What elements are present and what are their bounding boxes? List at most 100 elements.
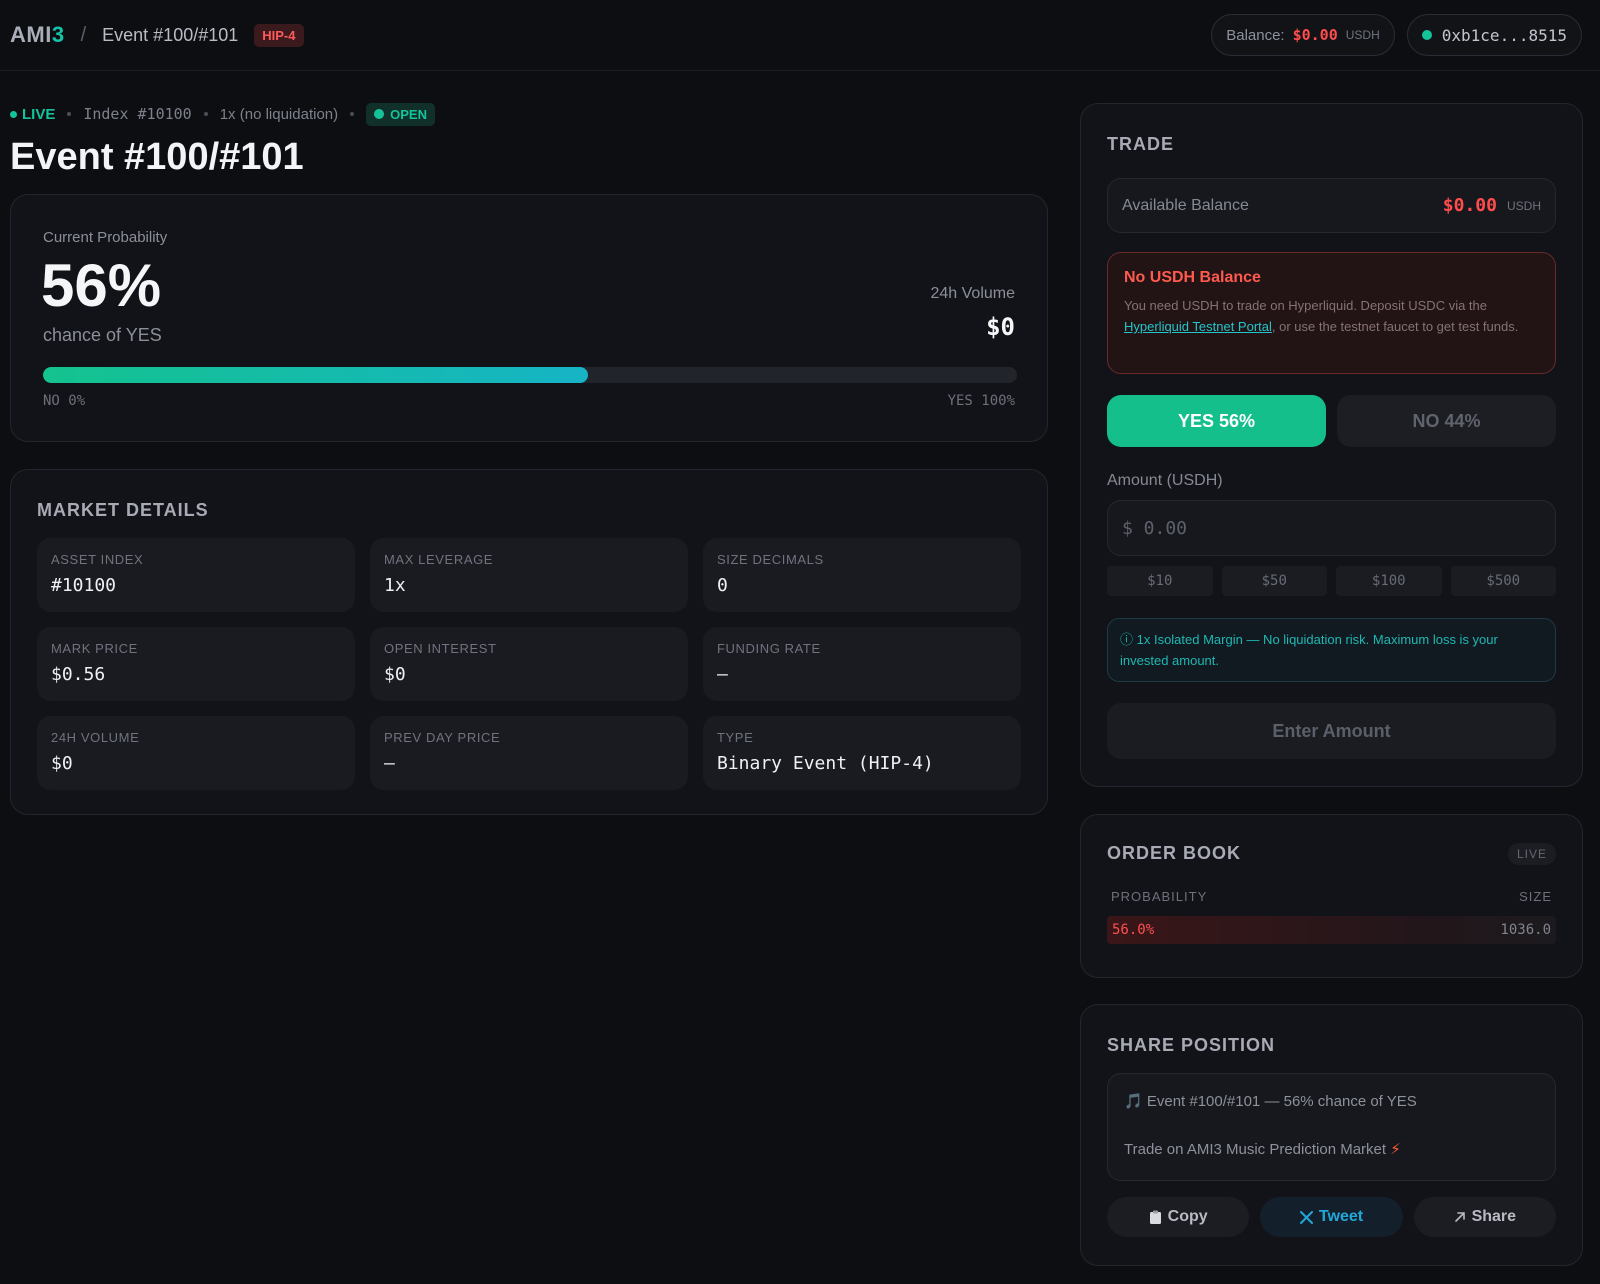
wallet-status-icon bbox=[1421, 30, 1432, 40]
order-book-header: PROBABILITY SIZE bbox=[1111, 889, 1552, 904]
top-bar: AMI3 / Event #100/#101 HIP-4 Balance: $0… bbox=[0, 0, 1600, 71]
market-details-card: MARKET DETAILS ASSET INDEX #10100 MAX LE… bbox=[10, 469, 1048, 815]
share-line-1: 🎵 Event #100/#101 — 56% chance of YES bbox=[1124, 1093, 1417, 1110]
clipboard-icon bbox=[1149, 1210, 1161, 1224]
tweet-label: Tweet bbox=[1318, 1208, 1364, 1225]
detail-key: PREV DAY PRICE bbox=[384, 730, 501, 745]
wallet-pill[interactable]: 0xb1ce...8515 bbox=[1406, 14, 1582, 56]
separator-dot bbox=[67, 112, 72, 116]
copy-label: Copy bbox=[1167, 1208, 1208, 1225]
detail-size-decimals: SIZE DECIMALS 0 bbox=[703, 538, 1021, 612]
balance-unit: USDH bbox=[1345, 28, 1380, 42]
live-dot-icon bbox=[10, 110, 17, 118]
share-position-card: SHARE POSITION 🎵 Event #100/#101 — 56% c… bbox=[1080, 1004, 1583, 1266]
detail-value: Binary Event (HIP-4) bbox=[717, 753, 934, 774]
warning-text-part: , or use the testnet faucet to get test … bbox=[1271, 319, 1519, 334]
bolt-icon: ⚡ bbox=[1390, 1141, 1401, 1158]
trade-card: TRADE Available Balance $0.00 USDH No US… bbox=[1080, 103, 1583, 787]
app-logo[interactable]: AMI3 bbox=[10, 22, 65, 48]
testnet-portal-link[interactable]: Hyperliquid Testnet Portal bbox=[1124, 319, 1272, 334]
amount-label: Amount (USDH) bbox=[1107, 472, 1223, 489]
probability-value: 56% bbox=[41, 252, 162, 319]
quick-amount-500-button[interactable]: $500 bbox=[1450, 566, 1556, 596]
amount-input[interactable] bbox=[1107, 500, 1556, 556]
quick-amount-row: $10 $50 $100 $500 bbox=[1107, 566, 1556, 596]
detail-key: SIZE DECIMALS bbox=[717, 552, 824, 567]
detail-type: TYPE Binary Event (HIP-4) bbox=[703, 716, 1021, 790]
detail-key: 24H VOLUME bbox=[51, 730, 140, 745]
order-book-live-chip: LIVE bbox=[1507, 843, 1556, 865]
detail-value: — bbox=[384, 753, 395, 774]
detail-mark-price: MARK PRICE $0.56 bbox=[37, 627, 355, 701]
copy-button[interactable]: Copy bbox=[1107, 1197, 1250, 1237]
quick-amount-50-button[interactable]: $50 bbox=[1221, 566, 1327, 596]
market-details-grid: ASSET INDEX #10100 MAX LEVERAGE 1x SIZE … bbox=[37, 538, 1033, 790]
volume-value: $0 bbox=[986, 313, 1015, 341]
detail-key: ASSET INDEX bbox=[51, 552, 144, 567]
warning-text: You need USDH to trade on Hyperliquid. D… bbox=[1124, 295, 1539, 337]
breadcrumb-separator: / bbox=[80, 23, 87, 46]
trade-title: TRADE bbox=[1107, 134, 1174, 154]
available-balance-unit: USDH bbox=[1506, 198, 1541, 213]
available-balance-value: $0.00 bbox=[1442, 195, 1497, 216]
quick-amount-10-button[interactable]: $10 bbox=[1107, 566, 1213, 596]
side-selector: YES 56% NO 44% bbox=[1107, 395, 1556, 447]
probability-label: Current Probability bbox=[43, 229, 168, 246]
yes-button[interactable]: YES 56% bbox=[1107, 395, 1326, 447]
detail-value: $0.56 bbox=[51, 664, 106, 685]
detail-funding-rate: FUNDING RATE — bbox=[703, 627, 1021, 701]
header-actions: Balance: $0.00 USDH 0xb1ce...8515 bbox=[1211, 14, 1582, 56]
probability-card: Current Probability 56% chance of YES 24… bbox=[10, 194, 1048, 442]
logo-text: AMI bbox=[10, 22, 52, 47]
probability-bar bbox=[43, 367, 1017, 383]
quick-amount-100-button[interactable]: $100 bbox=[1336, 566, 1442, 596]
logo-accent: 3 bbox=[51, 22, 65, 47]
order-size: 1036.0 bbox=[1500, 922, 1551, 938]
detail-value: — bbox=[717, 664, 728, 685]
separator-dot bbox=[350, 112, 355, 116]
share-preview: 🎵 Event #100/#101 — 56% chance of YES Tr… bbox=[1107, 1073, 1556, 1181]
share-line-2-text: Trade on AMI3 Music Prediction Market bbox=[1124, 1141, 1391, 1158]
probability-yes-label: YES 100% bbox=[947, 393, 1015, 409]
share-label: Share bbox=[1471, 1208, 1517, 1225]
detail-key: FUNDING RATE bbox=[717, 641, 821, 656]
detail-open-interest: OPEN INTEREST $0 bbox=[370, 627, 688, 701]
open-status-badge: OPEN bbox=[366, 102, 435, 126]
detail-asset-index: ASSET INDEX #10100 bbox=[37, 538, 355, 612]
order-book-card: ORDER BOOK LIVE PROBABILITY SIZE 56.0% 1… bbox=[1080, 814, 1583, 978]
hip-badge: HIP-4 bbox=[254, 23, 304, 47]
volume-label: 24h Volume bbox=[930, 285, 1015, 302]
detail-value: 0 bbox=[717, 575, 728, 596]
warning-text-part: You need USDH to trade on Hyperliquid. D… bbox=[1124, 298, 1487, 313]
share-actions: Copy Tweet Share bbox=[1107, 1197, 1556, 1237]
detail-key: OPEN INTEREST bbox=[384, 641, 497, 656]
detail-value: 1x bbox=[384, 575, 406, 596]
order-probability: 56.0% bbox=[1112, 922, 1155, 938]
detail-key: MAX LEVERAGE bbox=[384, 552, 494, 567]
share-line-2: Trade on AMI3 Music Prediction Market ⚡ bbox=[1124, 1140, 1539, 1158]
detail-prev-day-price: PREV DAY PRICE — bbox=[370, 716, 688, 790]
no-button[interactable]: NO 44% bbox=[1337, 395, 1556, 447]
arrow-up-right-icon bbox=[1454, 1212, 1465, 1222]
submit-trade-button[interactable]: Enter Amount bbox=[1107, 703, 1556, 759]
open-status-label: OPEN bbox=[390, 106, 427, 122]
balance-label: Balance: bbox=[1226, 26, 1285, 44]
available-balance-label: Available Balance bbox=[1122, 196, 1249, 214]
detail-key: TYPE bbox=[717, 730, 754, 745]
order-book-title: ORDER BOOK bbox=[1107, 843, 1242, 863]
order-book-row[interactable]: 56.0% 1036.0 bbox=[1107, 916, 1556, 944]
balance-pill[interactable]: Balance: $0.00 USDH bbox=[1211, 14, 1395, 56]
no-balance-warning: No USDH Balance You need USDH to trade o… bbox=[1107, 252, 1556, 374]
available-balance-box: Available Balance $0.00 USDH bbox=[1107, 178, 1556, 233]
share-position-title: SHARE POSITION bbox=[1107, 1035, 1276, 1055]
tweet-button[interactable]: Tweet bbox=[1260, 1197, 1403, 1237]
margin-info-box: ⓘ 1x Isolated Margin — No liquidation ri… bbox=[1107, 618, 1556, 682]
live-label: LIVE bbox=[22, 105, 56, 123]
leverage-label: 1x (no liquidation) bbox=[219, 105, 339, 123]
probability-no-label: NO 0% bbox=[43, 393, 86, 409]
detail-key: MARK PRICE bbox=[51, 641, 138, 656]
market-details-title: MARKET DETAILS bbox=[37, 500, 209, 520]
share-button[interactable]: Share bbox=[1413, 1197, 1556, 1237]
separator-dot bbox=[203, 112, 208, 116]
status-row: LIVE Index #10100 1x (no liquidation) OP… bbox=[10, 100, 435, 128]
